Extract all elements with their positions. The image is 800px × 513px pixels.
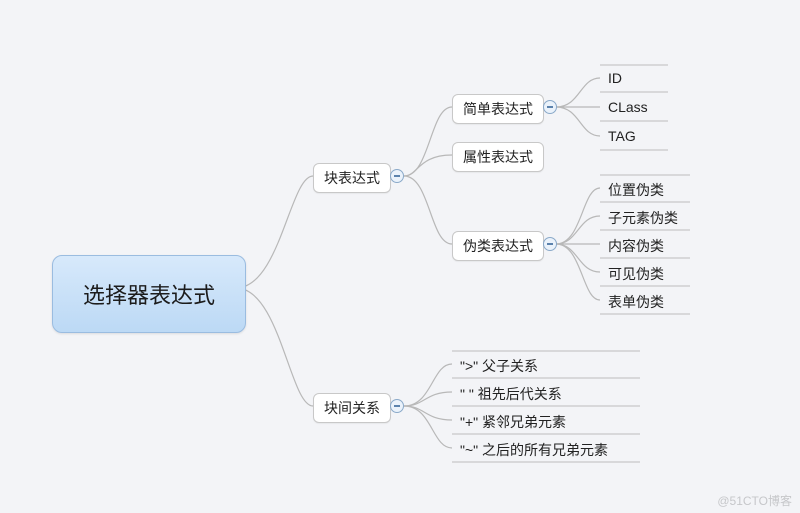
collapse-toggle-simple[interactable]: [543, 100, 557, 114]
leaf-adjacent-sibling: "+" 紧邻兄弟元素: [460, 410, 566, 434]
leaf-parent-child: ">" 父子关系: [460, 354, 538, 378]
collapse-toggle-pseudo[interactable]: [543, 237, 557, 251]
node-block-relation[interactable]: 块间关系: [313, 393, 391, 423]
node-pseudo-expression[interactable]: 伪类表达式: [452, 231, 544, 261]
leaf-content-pseudo: 内容伪类: [608, 234, 664, 258]
leaf-id: ID: [608, 68, 622, 88]
node-block-expression[interactable]: 块表达式: [313, 163, 391, 193]
collapse-toggle-block-expr[interactable]: [390, 169, 404, 183]
leaf-visible-pseudo: 可见伪类: [608, 262, 664, 286]
node-simple-expression[interactable]: 简单表达式: [452, 94, 544, 124]
leaf-general-sibling: "~" 之后的所有兄弟元素: [460, 438, 608, 462]
leaf-tag: TAG: [608, 126, 636, 146]
root-node[interactable]: 选择器表达式: [52, 255, 246, 333]
leaf-form-pseudo: 表单伪类: [608, 290, 664, 314]
watermark: @51CTO博客: [717, 492, 792, 509]
leaf-class: CLass: [608, 97, 648, 117]
node-attribute-expression[interactable]: 属性表达式: [452, 142, 544, 172]
collapse-toggle-block-relation[interactable]: [390, 399, 404, 413]
leaf-ancestor-descendant: " " 祖先后代关系: [460, 382, 562, 406]
leaf-position-pseudo: 位置伪类: [608, 178, 664, 202]
leaf-child-pseudo: 子元素伪类: [608, 206, 678, 230]
